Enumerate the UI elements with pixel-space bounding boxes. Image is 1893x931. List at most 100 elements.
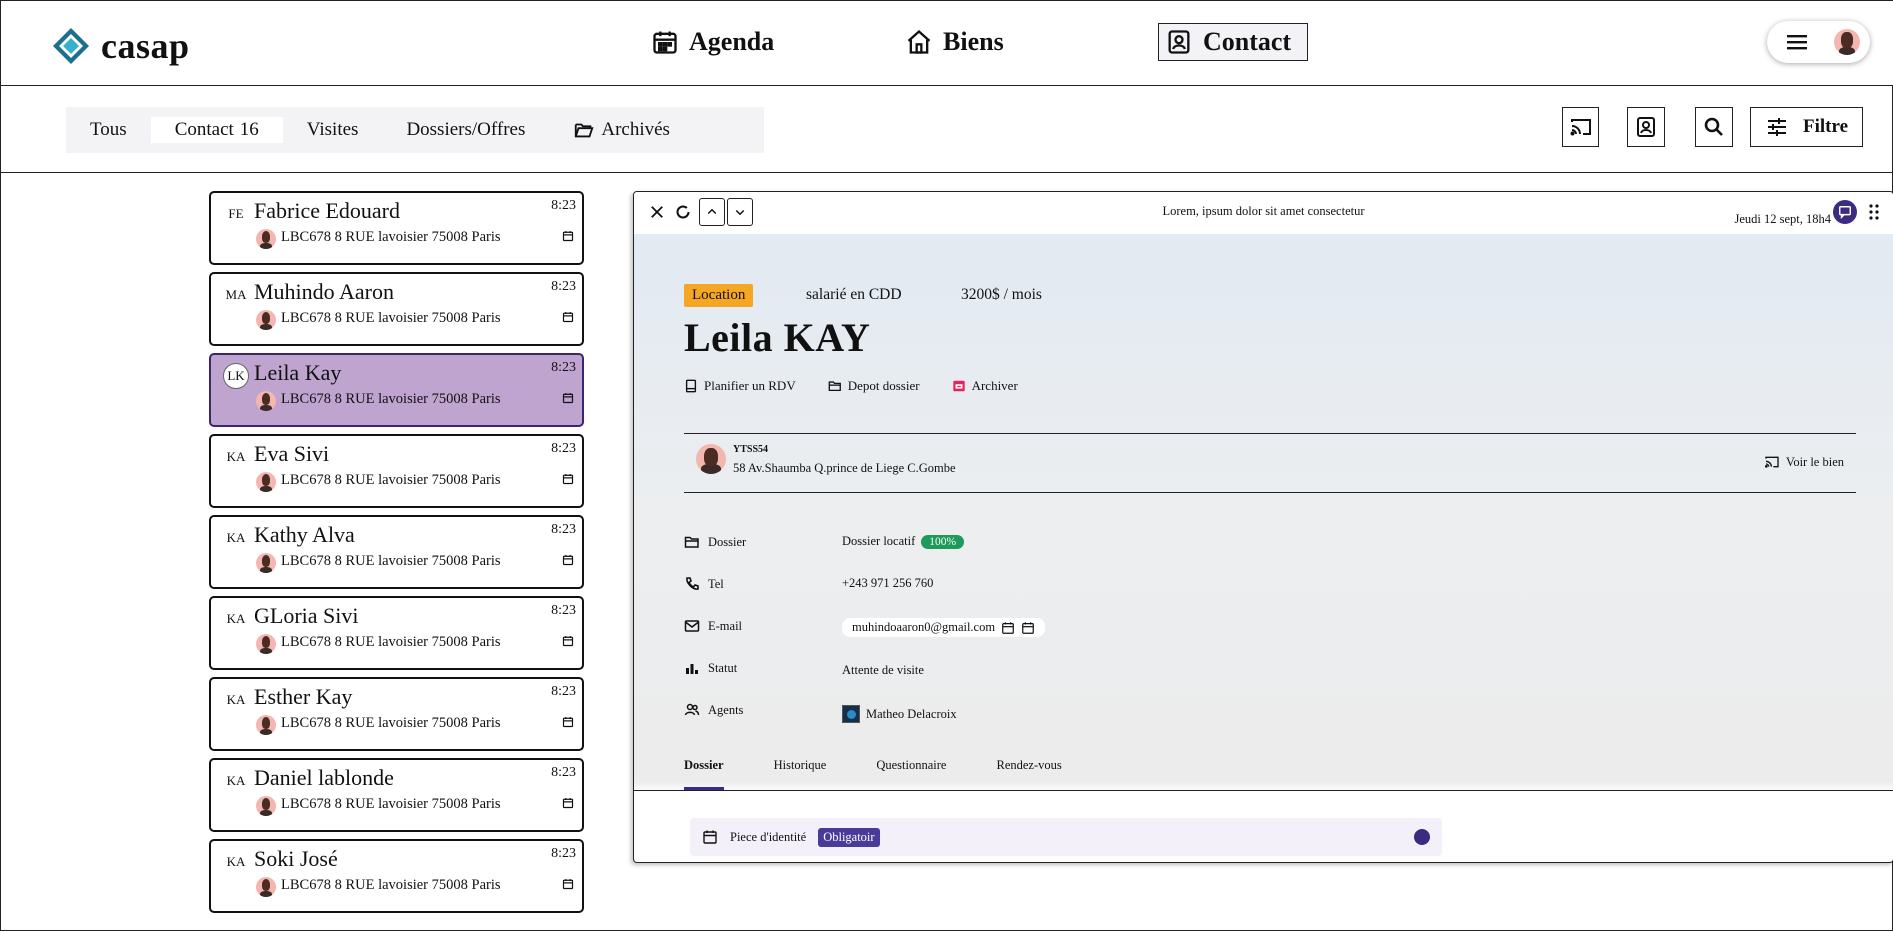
contact-avatar bbox=[256, 391, 276, 411]
cast-button[interactable] bbox=[1562, 107, 1599, 147]
tab-visites[interactable]: Visites bbox=[283, 117, 383, 143]
contact-name: Leila Kay bbox=[254, 360, 342, 385]
contact-name: Daniel lablonde bbox=[254, 765, 394, 790]
document-name: Piece d'identité bbox=[730, 829, 807, 844]
panel-date: Jeudi 12 sept, 18h4 bbox=[1734, 212, 1831, 226]
field-agents: Agents Matheo Delacroix bbox=[684, 700, 1284, 723]
depot-dossier-button[interactable]: Depot dossier bbox=[828, 378, 920, 394]
contact-time: 8:23 bbox=[551, 360, 576, 375]
search-button[interactable] bbox=[1695, 107, 1733, 147]
see-property-link[interactable]: Voir le bien bbox=[1764, 454, 1844, 470]
user-avatar[interactable] bbox=[1834, 29, 1860, 55]
upload-status-icon[interactable] bbox=[1414, 829, 1430, 845]
archive-button[interactable]: Archiver bbox=[952, 378, 1018, 394]
contact-name: Muhindo Aaron bbox=[254, 279, 394, 304]
contact-card[interactable]: KA GLoria Sivi 8:23 LBC678 8 RUE lavoisier … bbox=[209, 596, 584, 670]
detail-tab[interactable]: Questionnaire bbox=[876, 758, 946, 790]
casap-logo-icon bbox=[53, 28, 89, 64]
tel-value[interactable]: +243 971 256 760 bbox=[842, 576, 933, 591]
dossier-value: Dossier locatif bbox=[842, 534, 916, 548]
calendar-icon[interactable] bbox=[562, 230, 574, 242]
tab-tous-label: Tous bbox=[90, 119, 127, 140]
linked-property: YTSS54 58 Av.Shaumba Q.prince de Liege C… bbox=[684, 433, 1856, 493]
contact-initials: KA bbox=[223, 525, 249, 551]
field-tel: Tel +243 971 256 760 bbox=[684, 574, 1284, 596]
app-name: casap bbox=[101, 26, 190, 66]
nav-contact[interactable]: Contact bbox=[1158, 23, 1308, 61]
agent-name[interactable]: Matheo Delacroix bbox=[866, 707, 957, 722]
contact-book-button[interactable] bbox=[1627, 107, 1665, 147]
contact-initials: KA bbox=[223, 444, 249, 470]
contact-avatar bbox=[256, 796, 276, 816]
detail-tabs: Dossier Historique Questionnaire Rendez-vou… bbox=[684, 758, 1062, 790]
contact-time: 8:23 bbox=[551, 603, 576, 618]
app-logo[interactable]: casap bbox=[51, 25, 190, 67]
tablet-icon bbox=[685, 379, 697, 393]
contact-card[interactable]: LK Leila Kay 8:23 LBC678 8 RUE lavoisier 75… bbox=[209, 353, 584, 427]
contact-initials: MA bbox=[223, 282, 249, 308]
contact-card[interactable]: KA Soki José 8:23 LBC678 8 RUE lavoisier 75… bbox=[209, 839, 584, 913]
tab-tous[interactable]: Tous bbox=[66, 117, 151, 143]
tab-contact-label: Contact bbox=[174, 119, 234, 140]
contact-card-icon bbox=[1168, 30, 1190, 54]
contact-name: Kathy Alva bbox=[254, 522, 355, 547]
calendar-icon[interactable] bbox=[1021, 621, 1035, 635]
schedule-rdv-button[interactable]: Planifier un RDV bbox=[684, 378, 796, 394]
calendar-icon[interactable] bbox=[562, 473, 574, 485]
contact-avatar bbox=[256, 877, 276, 897]
tab-archives-label: Archivés bbox=[601, 119, 670, 140]
detail-tab[interactable]: Rendez-vous bbox=[996, 758, 1061, 790]
contact-address: LBC678 8 RUE lavoisier 75008 Paris bbox=[281, 553, 501, 569]
contact-address: LBC678 8 RUE lavoisier 75008 Paris bbox=[281, 634, 501, 650]
contact-address: LBC678 8 RUE lavoisier 75008 Paris bbox=[281, 391, 501, 407]
filter-button[interactable]: Filtre bbox=[1750, 107, 1863, 147]
contact-card[interactable]: KA Daniel lablonde 8:23 LBC678 8 RUE lavois… bbox=[209, 758, 584, 832]
contact-card[interactable]: KA Kathy Alva 8:23 LBC678 8 RUE lavoisier 7… bbox=[209, 515, 584, 589]
property-address: 58 Av.Shaumba Q.prince de Liege C.Gombe bbox=[733, 461, 956, 475]
calendar-icon[interactable] bbox=[562, 392, 574, 404]
contact-card[interactable]: MA Muhindo Aaron 8:23 LBC678 8 RUE lavoisie… bbox=[209, 272, 584, 346]
calendar-icon[interactable] bbox=[1001, 621, 1015, 635]
contact-address: LBC678 8 RUE lavoisier 75008 Paris bbox=[281, 229, 501, 245]
contact-time: 8:23 bbox=[551, 846, 576, 861]
cast-icon bbox=[1570, 119, 1591, 136]
tab-dossiers[interactable]: Dossiers/Offres bbox=[382, 117, 549, 143]
calendar-icon[interactable] bbox=[562, 716, 574, 728]
contact-card[interactable]: KA Esther Kay 8:23 LBC678 8 RUE lavoisier 7… bbox=[209, 677, 584, 751]
contact-time: 8:23 bbox=[551, 765, 576, 780]
property-code: YTSS54 bbox=[733, 444, 769, 455]
bar-chart-icon bbox=[686, 664, 698, 674]
calendar-icon[interactable] bbox=[562, 311, 574, 323]
contact-card[interactable]: FE Fabrice Edouard 8:23 LBC678 8 RUE lavois… bbox=[209, 191, 584, 265]
contact-initials: KA bbox=[223, 687, 249, 713]
hamburger-menu-icon[interactable] bbox=[1785, 30, 1809, 54]
nav-agenda[interactable]: Agenda bbox=[651, 23, 774, 61]
email-pill[interactable]: muhindoaaron0@gmail.com bbox=[842, 618, 1046, 637]
email-label: E-mail bbox=[708, 618, 743, 633]
contact-name: Eva Sivi bbox=[254, 441, 330, 466]
calendar-icon bbox=[653, 31, 677, 54]
user-menu[interactable] bbox=[1767, 21, 1870, 63]
search-icon bbox=[1704, 117, 1723, 136]
calendar-icon[interactable] bbox=[562, 635, 574, 647]
document-item[interactable]: Piece d'identité Obligatoir bbox=[690, 818, 1442, 856]
schedule-rdv-label: Planifier un RDV bbox=[704, 378, 796, 393]
more-options-icon[interactable] bbox=[1869, 204, 1879, 220]
chat-button[interactable] bbox=[1833, 200, 1857, 224]
tab-archives[interactable]: Archivés bbox=[549, 117, 694, 143]
nav-biens[interactable]: Biens bbox=[905, 23, 1004, 61]
contact-avatar bbox=[256, 229, 276, 249]
detail-tab[interactable]: Historique bbox=[774, 758, 827, 790]
contact-time: 8:23 bbox=[551, 279, 576, 294]
calendar-icon[interactable] bbox=[562, 554, 574, 566]
tab-contact[interactable]: Contact 16 bbox=[150, 117, 283, 143]
calendar-icon[interactable] bbox=[562, 797, 574, 809]
contact-avatar bbox=[256, 634, 276, 654]
contact-card[interactable]: KA Eva Sivi 8:23 LBC678 8 RUE lavoisier 750… bbox=[209, 434, 584, 508]
filter-tabs: Tous Contact 16 Visites Dossiers/Offres … bbox=[66, 107, 764, 153]
contact-avatar bbox=[256, 715, 276, 735]
nav-agenda-label: Agenda bbox=[689, 27, 775, 56]
detail-tab[interactable]: Dossier bbox=[684, 758, 724, 790]
contact-name: Fabrice Edouard bbox=[254, 198, 400, 223]
calendar-icon[interactable] bbox=[562, 878, 574, 890]
